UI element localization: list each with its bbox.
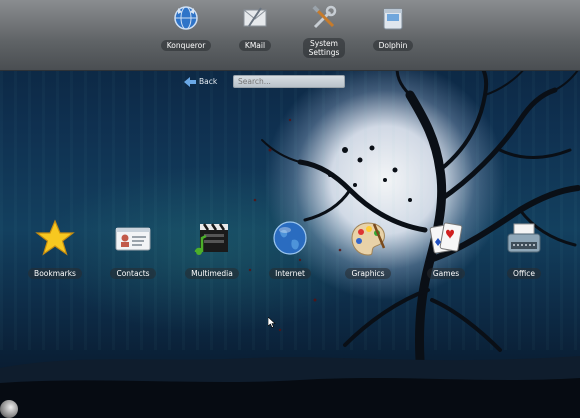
- app-dolphin[interactable]: Dolphin: [358, 4, 428, 52]
- playing-cards-icon: [426, 218, 466, 258]
- category-multimedia[interactable]: Multimedia: [176, 218, 248, 280]
- category-bookmarks-label: Bookmarks: [28, 268, 82, 279]
- category-games-label: Games: [426, 268, 466, 279]
- typewriter-icon: [504, 218, 544, 258]
- app-konqueror[interactable]: Konqueror: [151, 4, 221, 52]
- app-kmail-label: KMail: [238, 40, 272, 51]
- clapperboard-icon: [192, 218, 232, 258]
- palette-icon: [348, 218, 388, 258]
- mouse-cursor-icon: [267, 313, 276, 332]
- app-system-settings-label-line2: Settings: [308, 48, 340, 57]
- system-settings-tools-icon: [310, 4, 338, 32]
- back-arrow-icon: [184, 72, 196, 91]
- app-system-settings-label-line1: System: [310, 39, 338, 48]
- category-graphics-label: Graphics: [345, 268, 391, 279]
- category-multimedia-label: Multimedia: [185, 268, 239, 279]
- globe-icon: [270, 218, 310, 258]
- category-contacts[interactable]: Contacts: [97, 218, 169, 280]
- star-icon: [35, 218, 75, 258]
- app-system-settings-label: System Settings: [302, 38, 346, 58]
- contact-card-icon: [113, 218, 153, 258]
- app-kmail[interactable]: KMail: [220, 4, 290, 52]
- category-games[interactable]: Games: [410, 218, 482, 280]
- category-office[interactable]: Office: [488, 218, 560, 280]
- category-office-label: Office: [507, 268, 541, 279]
- plasma-corner-button[interactable]: [0, 400, 18, 418]
- category-bookmarks[interactable]: Bookmarks: [19, 218, 91, 280]
- dolphin-folder-icon: [379, 4, 407, 32]
- app-dolphin-label: Dolphin: [372, 40, 414, 51]
- back-label: Back: [199, 76, 218, 86]
- top-panel: Konqueror KMail System Settings Dolphin: [0, 0, 580, 71]
- search-input[interactable]: [233, 75, 345, 88]
- app-konqueror-label: Konqueror: [160, 40, 212, 51]
- category-graphics[interactable]: Graphics: [332, 218, 404, 280]
- hills-silhouette: [0, 356, 580, 418]
- kmail-envelope-icon: [241, 4, 269, 32]
- category-contacts-label: Contacts: [110, 268, 156, 279]
- category-internet[interactable]: Internet: [254, 218, 326, 280]
- konqueror-globe-icon: [172, 4, 200, 32]
- back-button[interactable]: Back: [180, 74, 223, 88]
- app-system-settings[interactable]: System Settings: [289, 4, 359, 59]
- category-internet-label: Internet: [269, 268, 311, 279]
